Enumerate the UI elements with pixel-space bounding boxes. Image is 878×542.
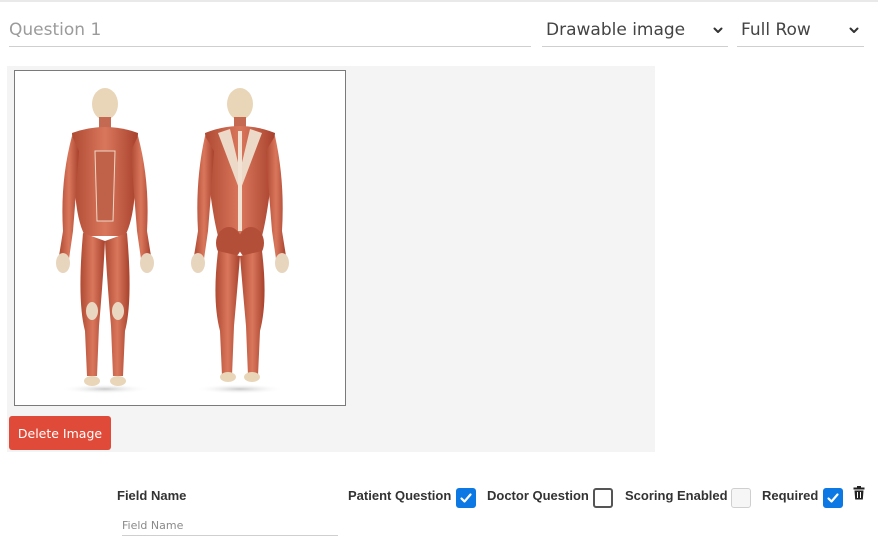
checkmark-icon: [827, 493, 839, 503]
chevron-down-icon: [713, 27, 723, 33]
checkmark-icon: [460, 493, 472, 503]
question-type-select[interactable]: Drawable image: [542, 14, 728, 47]
trash-icon[interactable]: [853, 486, 865, 500]
scoring-enabled-label: Scoring Enabled: [625, 488, 728, 503]
chevron-down-icon: [849, 27, 859, 33]
required-checkbox[interactable]: [823, 488, 843, 508]
required-label: Required: [762, 488, 819, 503]
field-name-input[interactable]: [122, 516, 338, 536]
patient-question-label: Patient Question: [348, 488, 452, 503]
back-figure: [191, 88, 289, 394]
doctor-question-checkbox[interactable]: [593, 488, 613, 508]
top-divider: [0, 0, 878, 2]
question-type-value: Drawable image: [546, 20, 686, 40]
question-title-input[interactable]: [9, 14, 531, 47]
field-name-label: Field Name: [117, 488, 187, 503]
delete-image-button[interactable]: Delete Image: [9, 416, 111, 450]
scoring-enabled-checkbox: [731, 488, 751, 508]
doctor-question-label: Doctor Question: [487, 488, 589, 503]
drawable-image-frame[interactable]: [14, 70, 346, 406]
row-width-select[interactable]: Full Row: [737, 14, 864, 47]
patient-question-checkbox[interactable]: [456, 488, 476, 508]
front-figure: [56, 88, 154, 394]
anatomy-image: [56, 88, 289, 394]
row-width-value: Full Row: [741, 20, 811, 40]
image-panel: Delete Image: [7, 66, 655, 452]
